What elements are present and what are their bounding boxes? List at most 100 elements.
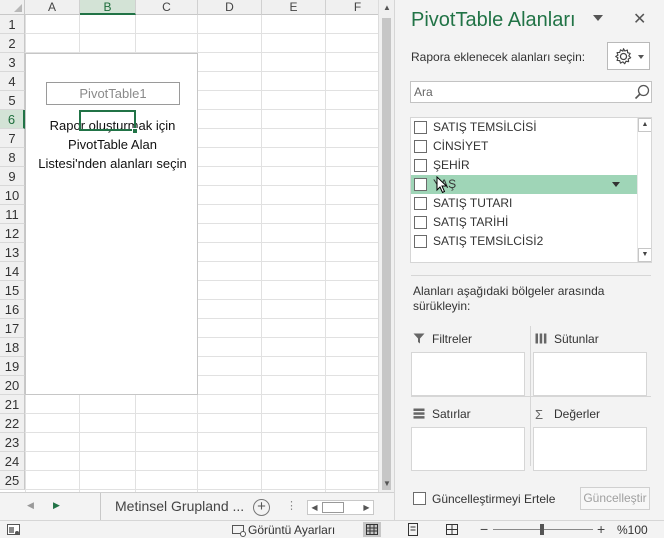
row-header-5[interactable]: 5 bbox=[0, 91, 25, 110]
tab-prev-icon[interactable]: ◀ bbox=[27, 500, 34, 511]
row-header-24[interactable]: 24 bbox=[0, 452, 25, 471]
page-layout-view-button[interactable] bbox=[404, 522, 422, 537]
defer-update-checkbox[interactable] bbox=[413, 492, 426, 505]
column-header-b[interactable]: B bbox=[80, 0, 136, 15]
values-drop-zone[interactable] bbox=[533, 427, 647, 471]
pivottable-placeholder[interactable]: PivotTable1 Rapor oluşturmak için PivotT… bbox=[25, 53, 198, 395]
rows-drop-zone[interactable] bbox=[411, 427, 525, 471]
row-header-20[interactable]: 20 bbox=[0, 376, 25, 395]
field-list-scrollbar[interactable]: ▲ ▼ bbox=[637, 118, 651, 262]
gear-icon bbox=[615, 48, 632, 65]
column-header-e[interactable]: E bbox=[262, 0, 326, 15]
filter-icon bbox=[413, 333, 427, 347]
select-all-corner[interactable] bbox=[0, 0, 25, 15]
macro-record-icon[interactable] bbox=[7, 524, 20, 536]
field-menu-chevron-down-icon[interactable] bbox=[612, 182, 620, 187]
worksheet[interactable]: A B C D E F 1 2 3 4 5 6 7 8 9 10 11 12 13 14 15 16 17 18 1… bbox=[0, 0, 378, 492]
row-header-12[interactable]: 12 bbox=[0, 224, 25, 243]
fill-handle[interactable] bbox=[132, 128, 138, 134]
field-search-input[interactable] bbox=[414, 84, 624, 100]
columns-area-label: Sütunlar bbox=[554, 332, 599, 346]
field-checkbox[interactable] bbox=[414, 197, 427, 210]
zoom-out-button[interactable]: − bbox=[480, 521, 488, 537]
display-settings-button[interactable]: Görüntü Ayarları bbox=[232, 523, 335, 537]
scroll-up-icon[interactable]: ▲ bbox=[379, 0, 395, 15]
horizontal-scroll-thumb[interactable] bbox=[322, 502, 344, 513]
row-header-16[interactable]: 16 bbox=[0, 300, 25, 319]
row-header-25[interactable]: 25 bbox=[0, 471, 25, 490]
add-sheet-button[interactable]: + bbox=[253, 499, 270, 516]
row-header-22[interactable]: 22 bbox=[0, 414, 25, 433]
normal-view-icon bbox=[366, 524, 378, 535]
column-header-a[interactable]: A bbox=[25, 0, 80, 15]
column-header-c[interactable]: C bbox=[136, 0, 198, 15]
row-header-1[interactable]: 1 bbox=[0, 15, 25, 34]
pane-options-chevron-down-icon[interactable] bbox=[593, 15, 603, 21]
field-checkbox[interactable] bbox=[414, 121, 427, 134]
scroll-right-icon[interactable]: ▶ bbox=[360, 501, 373, 514]
vertical-scroll-thumb[interactable] bbox=[382, 18, 391, 490]
zoom-level[interactable]: %100 bbox=[617, 523, 648, 537]
row-header-9[interactable]: 9 bbox=[0, 167, 25, 186]
update-button[interactable]: Güncelleştir bbox=[580, 487, 650, 510]
field-search-box[interactable] bbox=[410, 81, 652, 103]
row-header-23[interactable]: 23 bbox=[0, 433, 25, 452]
field-checkbox[interactable] bbox=[414, 178, 427, 191]
tab-next-icon[interactable]: ▶ bbox=[53, 500, 60, 511]
row-header-18[interactable]: 18 bbox=[0, 338, 25, 357]
row-header-19[interactable]: 19 bbox=[0, 357, 25, 376]
display-settings-label: Görüntü Ayarları bbox=[248, 523, 336, 537]
row-header-21[interactable]: 21 bbox=[0, 395, 25, 414]
field-item[interactable]: SATIŞ TEMSİLCİSİ bbox=[411, 118, 637, 137]
filters-drop-zone[interactable] bbox=[411, 352, 525, 396]
field-layout-settings-button[interactable] bbox=[607, 42, 650, 70]
field-checkbox[interactable] bbox=[414, 235, 427, 248]
tab-split-handle[interactable]: ⋮ bbox=[286, 499, 297, 512]
row-header-4[interactable]: 4 bbox=[0, 72, 25, 91]
page-break-view-button[interactable] bbox=[443, 522, 461, 537]
defer-update-label[interactable]: Güncelleştirmeyi Ertele bbox=[432, 492, 555, 506]
field-item[interactable]: SATIŞ TUTARI bbox=[411, 194, 637, 213]
drag-fields-instruction: Alanları aşağıdaki bölgeler arasında sür… bbox=[413, 284, 605, 313]
field-item[interactable]: SATIŞ TARİHİ bbox=[411, 213, 637, 232]
scroll-down-icon[interactable]: ▼ bbox=[638, 248, 651, 262]
field-label: SATIŞ TEMSİLCİSİ bbox=[433, 120, 537, 134]
field-checkbox[interactable] bbox=[414, 140, 427, 153]
row-header-2[interactable]: 2 bbox=[0, 34, 25, 53]
row-header-10[interactable]: 10 bbox=[0, 186, 25, 205]
field-item[interactable]: SATIŞ TEMSİLCİSİ2 bbox=[411, 232, 637, 251]
row-header-13[interactable]: 13 bbox=[0, 243, 25, 262]
row-header-8[interactable]: 8 bbox=[0, 148, 25, 167]
field-item[interactable]: ŞEHİR bbox=[411, 156, 637, 175]
field-checkbox[interactable] bbox=[414, 159, 427, 172]
column-header-f[interactable]: F bbox=[326, 0, 378, 15]
close-icon[interactable]: ✕ bbox=[633, 9, 646, 29]
row-header-15[interactable]: 15 bbox=[0, 281, 25, 300]
filters-area-label: Filtreler bbox=[432, 332, 473, 346]
search-icon[interactable] bbox=[634, 84, 650, 100]
row-header-6[interactable]: 6 bbox=[0, 110, 25, 129]
field-checkbox[interactable] bbox=[414, 216, 427, 229]
columns-drop-zone[interactable] bbox=[533, 352, 647, 396]
scroll-up-icon[interactable]: ▲ bbox=[638, 118, 651, 132]
active-cell-b6[interactable] bbox=[79, 110, 136, 131]
row-header-3[interactable]: 3 bbox=[0, 53, 25, 72]
column-header-d[interactable]: D bbox=[198, 0, 262, 15]
columns-area: Sütunlar bbox=[533, 330, 647, 402]
sigma-icon: Σ bbox=[535, 407, 544, 423]
sheet-tab-active[interactable]: Metinsel Grupland ... bbox=[100, 493, 248, 521]
scroll-down-icon[interactable]: ▼ bbox=[379, 476, 395, 491]
page-break-icon bbox=[446, 524, 458, 535]
zoom-in-button[interactable]: + bbox=[597, 521, 605, 537]
filters-area-header: Filtreler bbox=[413, 332, 472, 347]
row-header-11[interactable]: 11 bbox=[0, 205, 25, 224]
row-header-7[interactable]: 7 bbox=[0, 129, 25, 148]
scroll-left-icon[interactable]: ◀ bbox=[308, 501, 321, 514]
field-item[interactable]: CİNSİYET bbox=[411, 137, 637, 156]
vertical-scrollbar[interactable]: ▲ ▼ bbox=[378, 0, 394, 492]
row-header-17[interactable]: 17 bbox=[0, 319, 25, 338]
normal-view-button[interactable] bbox=[363, 522, 381, 537]
row-header-14[interactable]: 14 bbox=[0, 262, 25, 281]
horizontal-scrollbar[interactable]: ◀ ▶ bbox=[307, 500, 374, 515]
zoom-slider-thumb[interactable] bbox=[540, 524, 544, 535]
